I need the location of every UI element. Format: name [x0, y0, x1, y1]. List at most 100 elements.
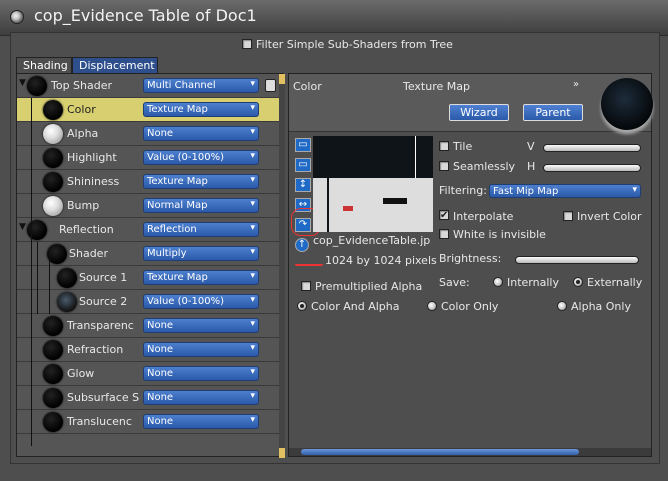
shader-ball-icon [43, 148, 63, 168]
tree-row-label: Transparenc [67, 319, 134, 332]
shader-ball-icon [57, 292, 77, 312]
color-and-alpha-option[interactable]: Color And Alpha [297, 300, 399, 313]
tree-row[interactable]: ▼ Reflection Reflection ▾ [17, 218, 279, 242]
settings-hscrollbar[interactable] [289, 448, 651, 456]
save-internally-option[interactable]: Internally [493, 276, 559, 289]
tab-displacement[interactable]: Displacement [72, 57, 158, 73]
shader-ball-icon [43, 412, 63, 432]
shader-settings-pane: Color Texture Map » Wizard Parent ▭ ▭ ↕ … [288, 73, 653, 457]
brightness-slider[interactable] [515, 256, 639, 264]
tree-row[interactable]: Translucenc None ▾ [17, 410, 279, 434]
shader-type-dropdown[interactable]: Reflection ▾ [143, 222, 259, 237]
tree-row-label: Refraction [67, 343, 124, 356]
tree-row[interactable]: Subsurface S None ▾ [17, 386, 279, 410]
chevron-down-icon: ▾ [250, 103, 255, 113]
brightness-label: Brightness: [439, 252, 502, 265]
chevron-down-icon: ▾ [632, 185, 637, 195]
tree-row[interactable]: Bump Normal Map ▾ [17, 194, 279, 218]
shader-ball-icon [27, 76, 47, 96]
seamlessly-option[interactable]: Seamlessly [439, 160, 515, 173]
white-invisible-option[interactable]: White is invisible [439, 228, 546, 241]
shader-type-dropdown[interactable]: Value (0-100%) ▾ [143, 294, 259, 309]
shader-tree-pane: ▼ Top Shader Multi Channel ▾ Color Texture Ma… [16, 73, 285, 458]
shader-type-dropdown[interactable]: Texture Map ▾ [143, 270, 259, 285]
shader-type-dropdown[interactable]: None ▾ [143, 366, 259, 381]
up-arrow-icon[interactable]: ↑ [295, 238, 309, 252]
tile-option[interactable]: Tile [439, 140, 472, 153]
chevron-down-icon: ▾ [250, 151, 255, 161]
texture-dimensions: 1024 by 1024 pixels [325, 254, 437, 267]
tree-row[interactable]: Alpha None ▾ [17, 122, 279, 146]
filtering-dropdown[interactable]: Fast Mip Map ▾ [489, 184, 641, 198]
chevron-down-icon: ▾ [250, 367, 255, 377]
tree-row[interactable]: ▼ShaderMultiply▾ [17, 242, 279, 266]
expand-arrow-icon[interactable]: ▼ [19, 78, 26, 88]
tree-row[interactable]: Highlight Value (0-100%) ▾ [17, 146, 279, 170]
tree-line [31, 98, 32, 446]
shader-type-dropdown[interactable]: Multi Channel ▾ [143, 78, 259, 93]
parent-button[interactable]: Parent [523, 104, 583, 121]
tree-row[interactable]: Refraction None ▾ [17, 338, 279, 362]
shader-ball-icon [43, 196, 63, 216]
h-slider[interactable] [543, 164, 641, 172]
color-only-option[interactable]: Color Only [427, 300, 498, 313]
scroll-thumb[interactable] [301, 449, 579, 455]
tab-shading[interactable]: Shading [16, 57, 72, 73]
shader-type-dropdown[interactable]: Texture Map ▾ [143, 174, 259, 189]
tree-row-label: Highlight [67, 151, 117, 164]
invert-color-option[interactable]: Invert Color [563, 210, 642, 223]
tree-scrollbar[interactable] [279, 74, 285, 458]
folder-open-icon[interactable]: ▭ [295, 138, 311, 152]
shader-type-dropdown[interactable]: None ▾ [143, 390, 259, 405]
vertical-flip-icon[interactable]: ↕ [295, 178, 311, 192]
shader-type-dropdown[interactable]: None ▾ [143, 318, 259, 333]
shader-type-dropdown[interactable]: None ▾ [143, 342, 259, 357]
chevron-down-icon: ▾ [250, 391, 255, 401]
window-title: cop_Evidence Table of Doc1 [34, 6, 257, 25]
filter-label: Filter Simple Sub-Shaders from Tree [256, 38, 453, 51]
chevron-down-icon: ▾ [250, 295, 255, 305]
v-slider[interactable] [543, 144, 641, 152]
tree-row[interactable]: ▼ Top Shader Multi Channel ▾ [17, 74, 279, 98]
shader-ball-icon [27, 220, 47, 240]
tree-row[interactable]: Transparenc None ▾ [17, 314, 279, 338]
shader-ball-icon [43, 316, 63, 336]
interpolate-option[interactable]: Interpolate [439, 210, 513, 223]
shader-type-dropdown[interactable]: Normal Map ▾ [143, 198, 259, 213]
tree-row[interactable]: Glow None ▾ [17, 362, 279, 386]
scroll-down-arrow[interactable] [279, 448, 285, 458]
filter-checkbox[interactable] [242, 39, 252, 49]
trash-icon[interactable] [265, 79, 276, 92]
channel-label: Color [293, 80, 322, 93]
tree-row[interactable]: Source 2 Value (0-100%) ▾ [17, 290, 279, 314]
close-icon[interactable] [10, 10, 24, 24]
tree-row-label: Bump [67, 199, 100, 212]
expand-arrow-icon[interactable]: ▼ [19, 222, 26, 232]
alpha-only-option[interactable]: Alpha Only [557, 300, 631, 313]
shader-tree: ▼ Top Shader Multi Channel ▾ Color Texture Ma… [17, 74, 279, 458]
chevron-down-icon: ▾ [250, 415, 255, 425]
folder-icon[interactable]: ▭ [295, 158, 311, 172]
save-externally-option[interactable]: Externally [573, 276, 642, 289]
tree-row-label: Source 2 [79, 295, 128, 308]
shader-type-dropdown[interactable]: Multiply ▾ [143, 246, 259, 261]
chevron-down-icon: ▾ [250, 247, 255, 257]
chevron-down-icon: ▾ [250, 343, 255, 353]
filter-row[interactable]: Filter Simple Sub-Shaders from Tree [242, 38, 453, 51]
save-label: Save: [439, 276, 470, 289]
shader-type-dropdown[interactable]: None ▾ [143, 126, 259, 141]
v-label: V [527, 140, 535, 153]
tree-row[interactable]: Color Texture Map ▾ [17, 98, 279, 122]
chevron-down-icon: ▾ [250, 223, 255, 233]
chevron-down-icon: ▾ [250, 199, 255, 209]
wizard-button[interactable]: Wizard [449, 104, 509, 121]
scroll-up-arrow[interactable] [279, 74, 285, 84]
premultiplied-alpha-option[interactable]: Premultiplied Alpha [301, 280, 422, 293]
shader-ball-icon [43, 364, 63, 384]
shader-type-dropdown[interactable]: None ▾ [143, 414, 259, 429]
shader-type-dropdown[interactable]: Texture Map ▾ [143, 102, 259, 117]
tree-row[interactable]: Source 1 Texture Map ▾ [17, 266, 279, 290]
shader-type-dropdown[interactable]: Value (0-100%) ▾ [143, 150, 259, 165]
tree-row[interactable]: Shininess Texture Map ▾ [17, 170, 279, 194]
chevron-down-icon[interactable]: » [573, 79, 579, 90]
